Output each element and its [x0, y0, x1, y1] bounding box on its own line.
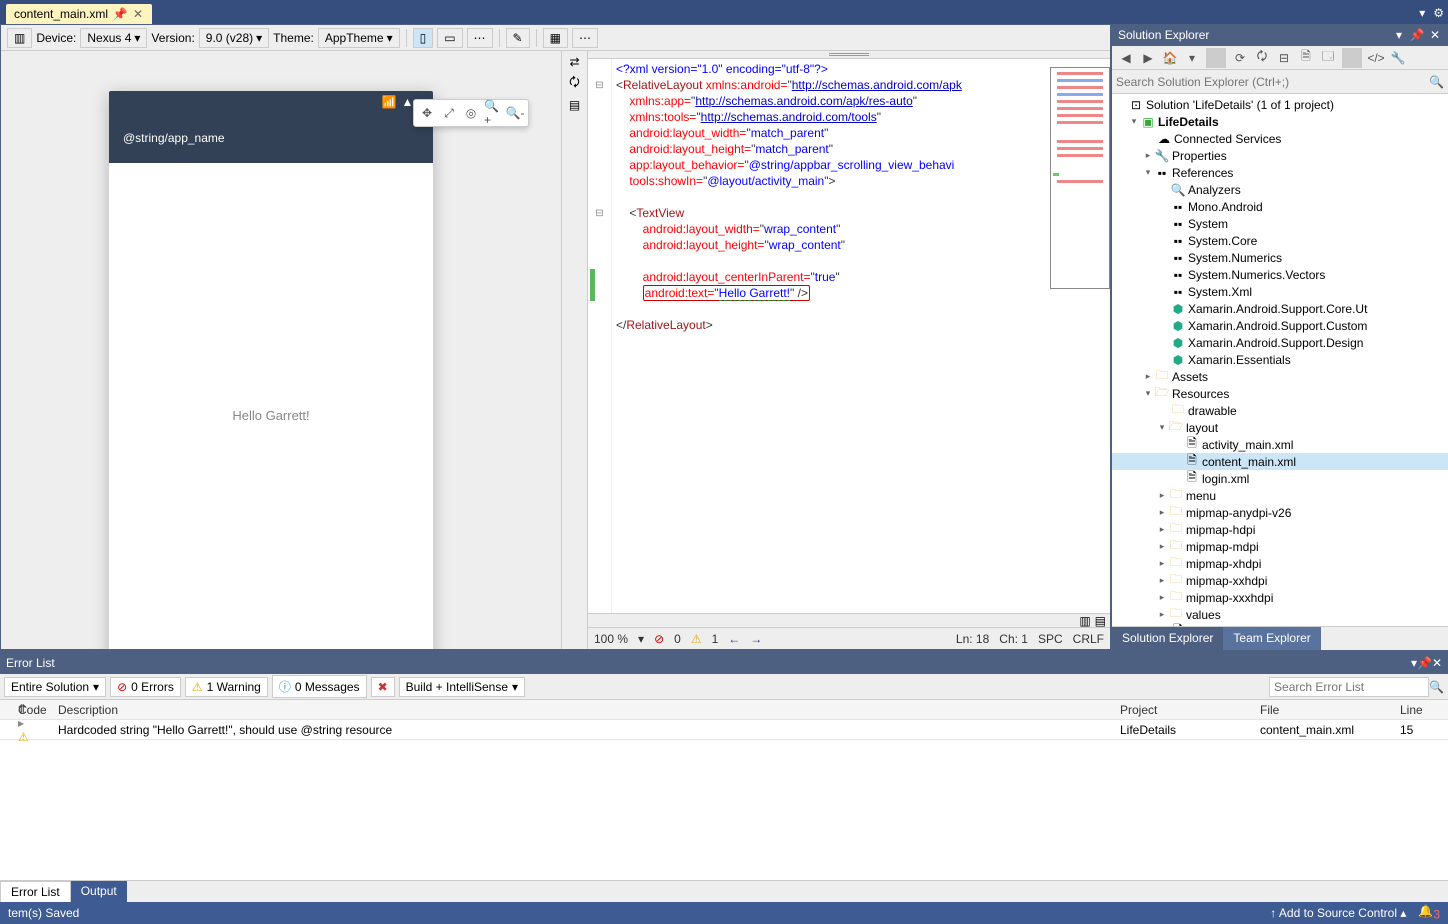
- close-icon[interactable]: ✕: [1432, 656, 1442, 670]
- pin-icon[interactable]: 📌: [1410, 28, 1424, 42]
- zoom-level[interactable]: 100 %: [594, 632, 628, 646]
- close-icon[interactable]: ✕: [1428, 28, 1442, 42]
- search-icon[interactable]: 🔍: [1429, 75, 1444, 89]
- zoom-in-icon[interactable]: 🔍+: [484, 104, 502, 122]
- gear-icon[interactable]: ⚙: [1429, 2, 1448, 24]
- tab-dropdown-icon[interactable]: ▾: [1415, 2, 1429, 24]
- error-row[interactable]: ▸ ⚠ Hardcoded string "Hello Garrett!", s…: [0, 720, 1448, 740]
- wrench-icon[interactable]: 🔧: [1388, 48, 1408, 68]
- split-horz-icon[interactable]: ▤: [1095, 614, 1106, 628]
- tab-solution-explorer[interactable]: Solution Explorer: [1112, 627, 1223, 650]
- notifications-icon[interactable]: 🔔3: [1418, 904, 1440, 921]
- version-selector[interactable]: 9.0 (v28) ▾: [199, 28, 269, 48]
- appbar-title: @string/app_name: [123, 131, 225, 145]
- sync-icon[interactable]: 🗘: [569, 73, 580, 94]
- solution-explorer-header: Solution Explorer ▾ 📌 ✕: [1112, 24, 1448, 46]
- errors-filter[interactable]: ⊘0 Errors: [110, 677, 181, 697]
- zoom-toolbar: ✥ ⤢ ◎ 🔍+ 🔍-: [413, 99, 529, 127]
- designer-rail: ⇄ 🗘 ▤: [561, 51, 587, 649]
- nav-back-icon[interactable]: ←: [728, 632, 740, 646]
- code-icon[interactable]: </>: [1366, 48, 1386, 68]
- col-indicator: Ch: 1: [999, 632, 1028, 646]
- home-icon[interactable]: 🏠: [1160, 48, 1180, 68]
- editor-statusbar: 100 % ▾ ⊘0 ⚠1 ← → Ln: 18 Ch: 1 SPC CRLF: [588, 627, 1110, 649]
- collapse-icon[interactable]: ⊟: [1274, 48, 1294, 68]
- split-vert-icon[interactable]: ▥: [1079, 614, 1090, 628]
- tab-error-list[interactable]: Error List: [0, 881, 71, 902]
- version-label: Version:: [151, 31, 194, 45]
- document-tab-strip: content_main.xml 📌 ✕ ▾ ⚙: [0, 0, 1448, 24]
- designer-surface[interactable]: 📶 ▲ ▮ @string/app_name Hello Garrett! ✥: [1, 51, 561, 649]
- zoom-out-icon[interactable]: 🔍-: [506, 104, 524, 122]
- close-icon[interactable]: ✕: [132, 8, 144, 20]
- splitter-handle[interactable]: [588, 51, 1110, 59]
- code-minimap[interactable]: [1050, 67, 1110, 289]
- fwd-icon[interactable]: ▶: [1138, 48, 1158, 68]
- show-all-icon[interactable]: 🗎: [1296, 48, 1316, 68]
- source-control-button[interactable]: ↑ Add to Source Control ▴: [1270, 906, 1406, 920]
- sync-icon[interactable]: ▾: [1182, 48, 1202, 68]
- pin-icon[interactable]: 📌: [114, 8, 126, 20]
- solution-toolbar: ◀ ▶ 🏠 ▾ ⟳ 🗘 ⊟ 🗎 🗔 </> 🔧: [1112, 46, 1448, 70]
- refresh-icon[interactable]: 🗘: [1252, 48, 1272, 68]
- more2-icon[interactable]: ⋯: [572, 28, 598, 48]
- designer-toolbar: ▥ Device: Nexus 4 ▾ Version: 9.0 (v28) ▾…: [1, 25, 1110, 51]
- properties-icon[interactable]: 🗔: [1318, 48, 1338, 68]
- solution-search[interactable]: 🔍: [1112, 70, 1448, 94]
- phone-preview: 📶 ▲ ▮ @string/app_name Hello Garrett!: [109, 91, 433, 649]
- theme-label: Theme:: [273, 31, 314, 45]
- search-icon[interactable]: 🔍: [1429, 680, 1444, 694]
- wifi-icon: 📶: [382, 95, 397, 109]
- grid-icon[interactable]: ▦: [543, 28, 568, 48]
- line-indicator: Ln: 18: [956, 632, 989, 646]
- theme-selector[interactable]: AppTheme ▾: [318, 28, 400, 48]
- messages-filter[interactable]: ⓘ0 Messages: [272, 675, 367, 698]
- scope-selector[interactable]: Entire Solution ▾: [4, 677, 106, 697]
- clear-filter-icon[interactable]: ✖: [371, 677, 395, 697]
- eol-mode: CRLF: [1073, 632, 1104, 646]
- switch-view-icon[interactable]: ⟳: [1230, 48, 1250, 68]
- zoom-fit-icon[interactable]: ⤢: [440, 104, 458, 122]
- pan-icon[interactable]: ✥: [418, 104, 436, 122]
- warnings-filter[interactable]: ⚠1 Warning: [185, 677, 268, 697]
- source-filter[interactable]: Build + IntelliSense ▾: [399, 677, 525, 697]
- status-text: tem(s) Saved: [8, 906, 79, 920]
- preview-textview[interactable]: Hello Garrett!: [232, 408, 309, 423]
- swap-icon[interactable]: ⇄: [569, 55, 579, 69]
- error-list-header: Error List ▾ 📌 ✕: [0, 652, 1448, 674]
- nav-fwd-icon[interactable]: →: [750, 632, 762, 646]
- solution-search-input[interactable]: [1116, 75, 1429, 89]
- pin-icon[interactable]: 📌: [1417, 656, 1432, 670]
- panel-menu-icon[interactable]: ▾: [1392, 28, 1406, 42]
- tab-output[interactable]: Output: [71, 881, 127, 902]
- error-table-header: ⥣ Code Description Project File Line: [0, 700, 1448, 720]
- signal-icon: ▲: [402, 95, 414, 109]
- status-bar: tem(s) Saved ↑ Add to Source Control ▴ 🔔…: [0, 902, 1448, 924]
- insert-mode: SPC: [1038, 632, 1063, 646]
- highlight-icon[interactable]: ✎: [506, 28, 530, 48]
- xml-editor[interactable]: ⊟ ⊟ <?xml version="1.0" encoding="utf-8"…: [588, 59, 1110, 613]
- zoom-actual-icon[interactable]: ◎: [462, 104, 480, 122]
- document-tab[interactable]: content_main.xml 📌 ✕: [6, 4, 152, 24]
- device-selector[interactable]: Nexus 4 ▾: [80, 28, 147, 48]
- more-icon[interactable]: ⋯: [467, 28, 493, 48]
- landscape-icon[interactable]: ▭: [437, 28, 462, 48]
- code-body[interactable]: <?xml version="1.0" encoding="utf-8"?> <…: [612, 59, 966, 613]
- phone-statusbar: 📶 ▲ ▮: [109, 91, 433, 113]
- error-search-input[interactable]: [1269, 677, 1429, 697]
- tab-team-explorer[interactable]: Team Explorer: [1223, 627, 1320, 650]
- phone-appbar: @string/app_name: [109, 113, 433, 163]
- device-label: Device:: [36, 31, 76, 45]
- collapse-rail-icon[interactable]: ▤: [569, 98, 580, 112]
- device-pane-icon[interactable]: ▥: [7, 28, 32, 48]
- portrait-icon[interactable]: ▯: [413, 28, 434, 48]
- solution-tree[interactable]: ⊡Solution 'LifeDetails' (1 of 1 project)…: [1112, 94, 1448, 626]
- tab-label: content_main.xml: [14, 7, 108, 21]
- back-icon[interactable]: ◀: [1116, 48, 1136, 68]
